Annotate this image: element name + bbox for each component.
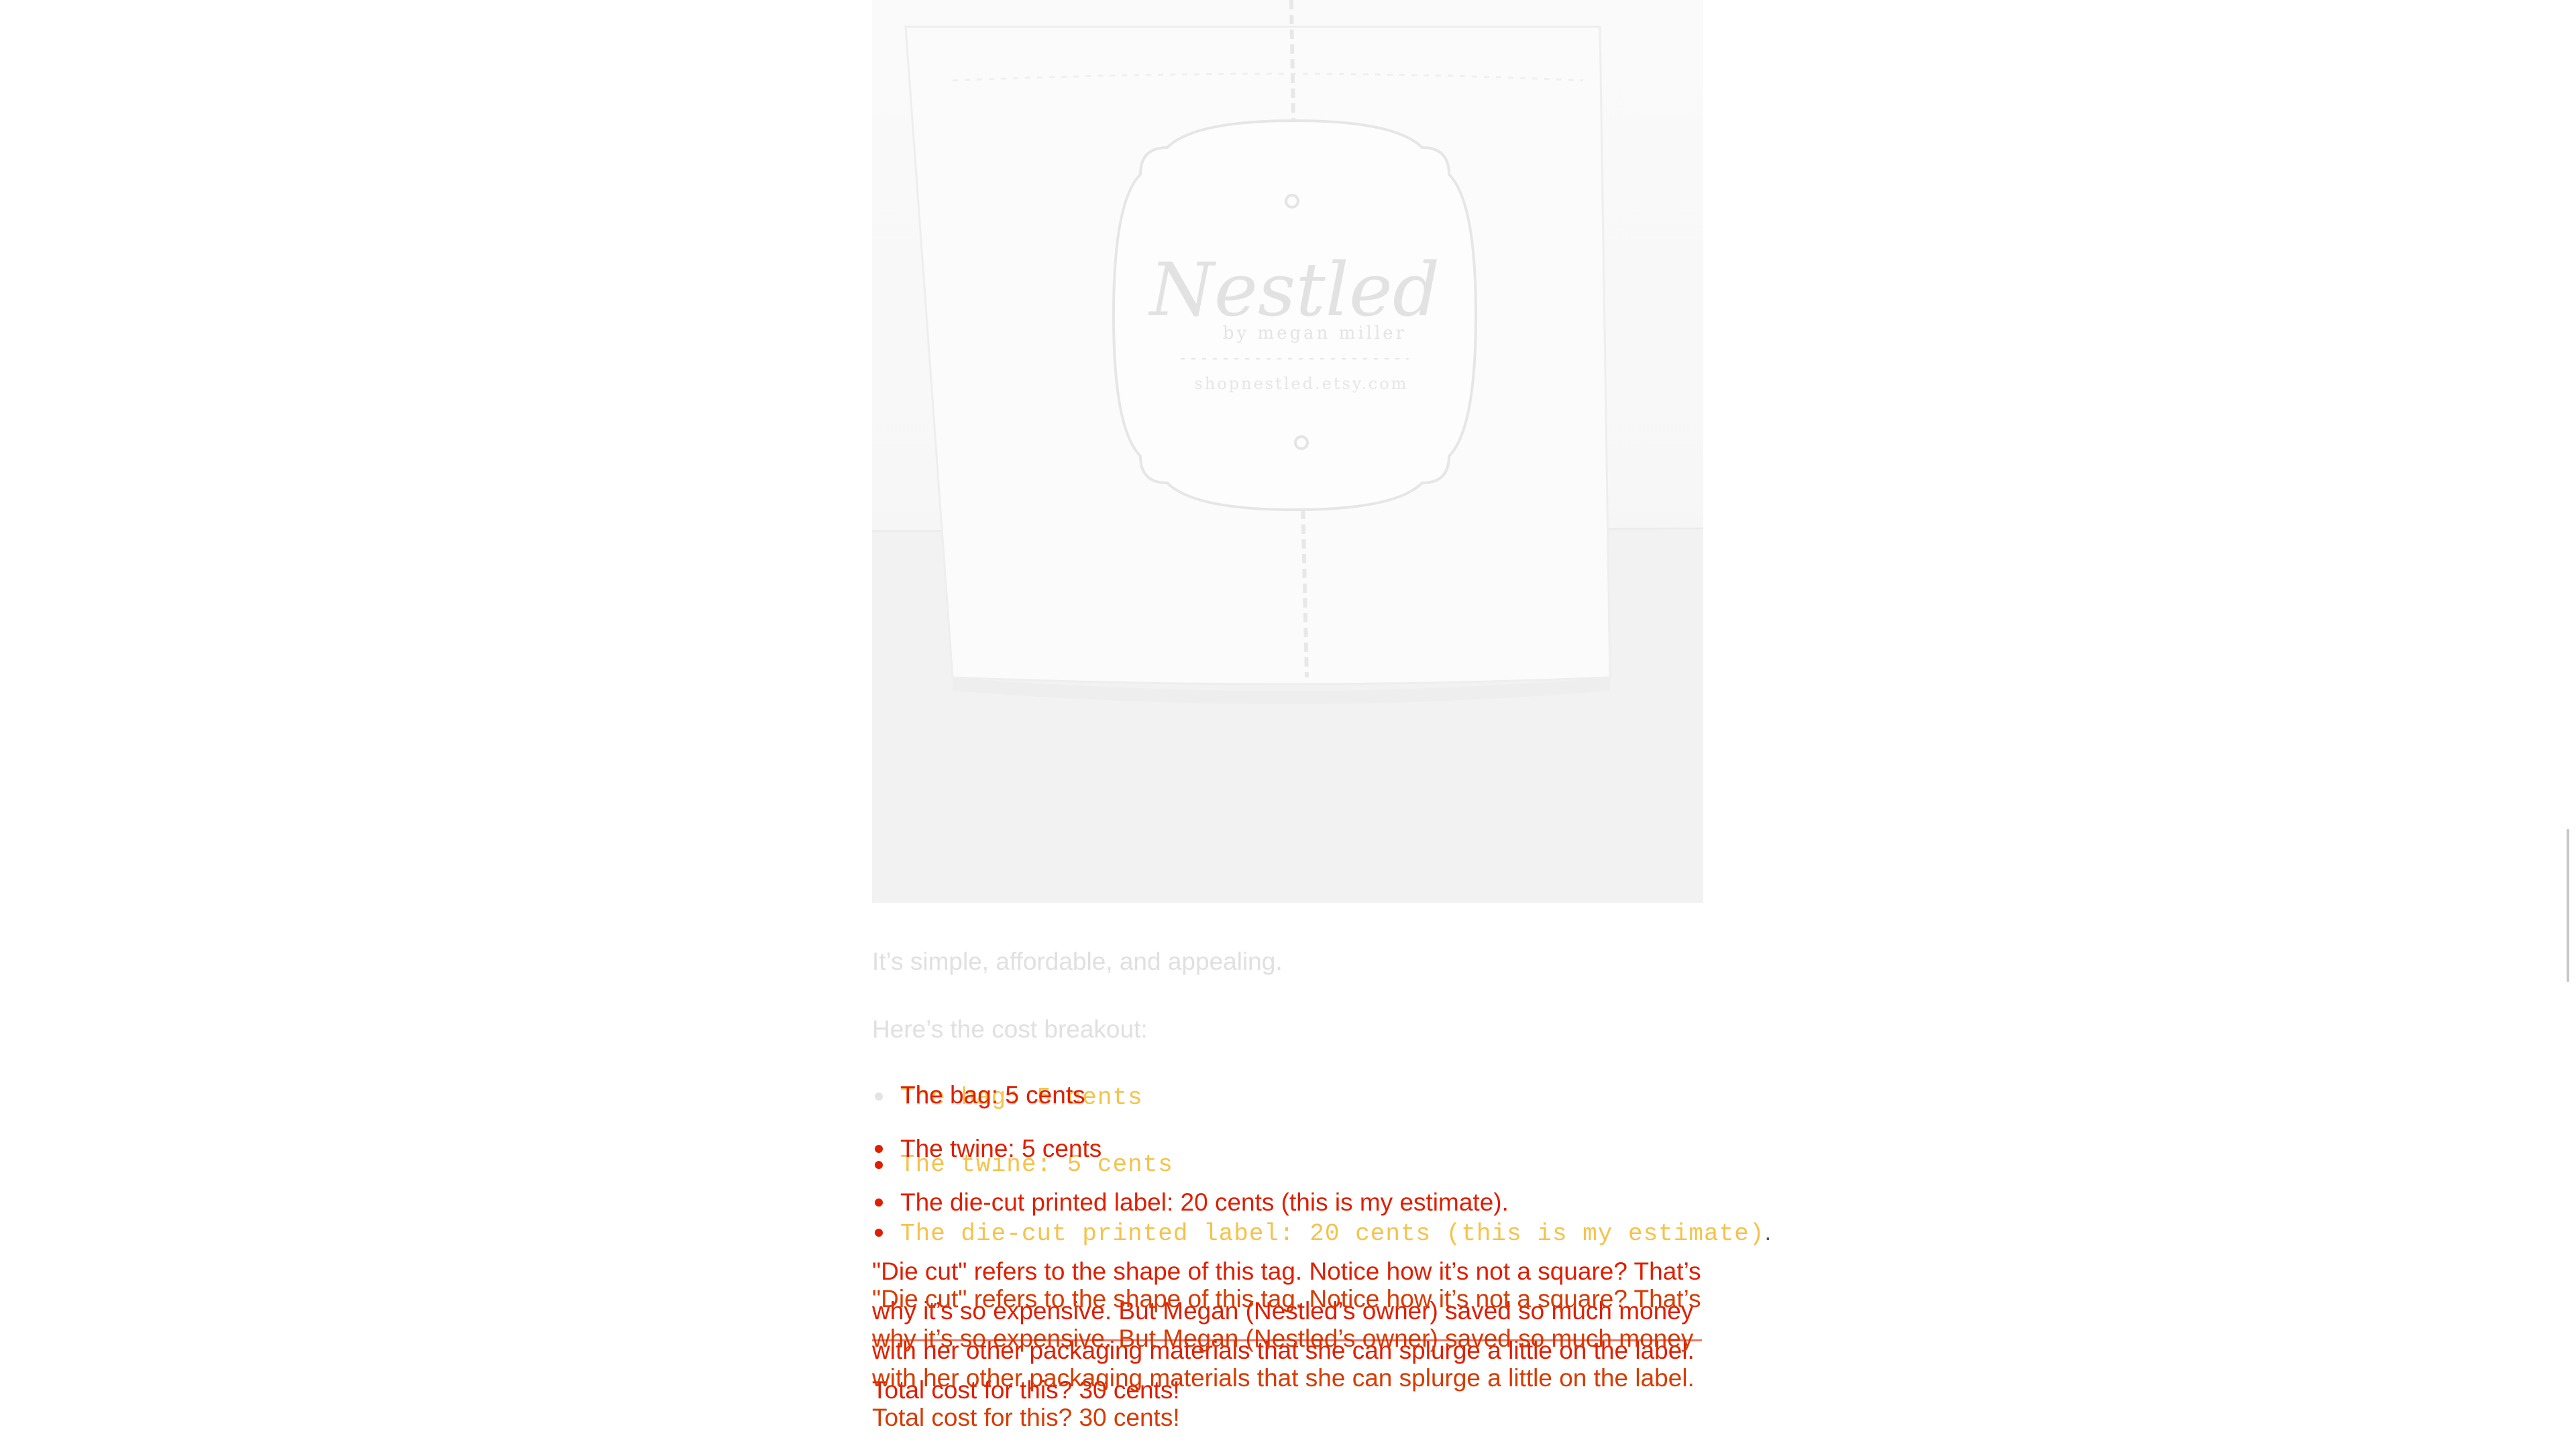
tag-byline-text: by megan miller bbox=[1223, 323, 1407, 343]
tag-brand-text: Nestled bbox=[1148, 247, 1440, 333]
paragraph-line: with her other packaging materials that … bbox=[872, 1364, 1695, 1392]
packaging-bag-image: Nestled by megan miller shopnestled.etsy… bbox=[872, 0, 1703, 903]
scrollbar-thumb[interactable] bbox=[2567, 829, 2569, 982]
overlap-divider bbox=[872, 1339, 1702, 1341]
tag-url-text: shopnestled.etsy.com bbox=[1195, 374, 1409, 393]
total-cost-line: Total cost for this? 30 cents! bbox=[872, 1404, 1180, 1431]
page-viewport: Nestled by megan miller shopnestled.etsy… bbox=[0, 0, 2576, 1448]
intro-line-2: Here’s the cost breakout: bbox=[872, 1015, 1148, 1043]
die-cut-paragraph-duplicate: "Die cut" refers to the shape of this ta… bbox=[872, 1279, 1701, 1437]
bullet-icon bbox=[875, 1145, 883, 1153]
list-item: The twine: 5 cents bbox=[875, 1135, 1102, 1163]
bullet-icon bbox=[875, 1199, 883, 1207]
bullet-icon bbox=[875, 1160, 883, 1169]
list-item: The die-cut printed label: 20 cents (thi… bbox=[875, 1188, 1509, 1217]
paragraph-line: why it’s so expensive. But Megan (Nestle… bbox=[872, 1325, 1694, 1352]
vertical-scrollbar[interactable] bbox=[2561, 0, 2576, 1448]
list-item: The bag: 5 cents bbox=[900, 1081, 1085, 1109]
bullet-icon bbox=[875, 1229, 883, 1237]
paragraph-line: "Die cut" refers to the shape of this ta… bbox=[872, 1285, 1701, 1313]
bullet-icon bbox=[875, 1093, 883, 1101]
list-item: The die-cut printed label: 20 cents (thi… bbox=[875, 1218, 1772, 1247]
product-photo: Nestled by megan miller shopnestled.etsy… bbox=[872, 0, 1703, 903]
intro-line-1: It’s simple, affordable, and appealing. bbox=[872, 948, 1283, 975]
